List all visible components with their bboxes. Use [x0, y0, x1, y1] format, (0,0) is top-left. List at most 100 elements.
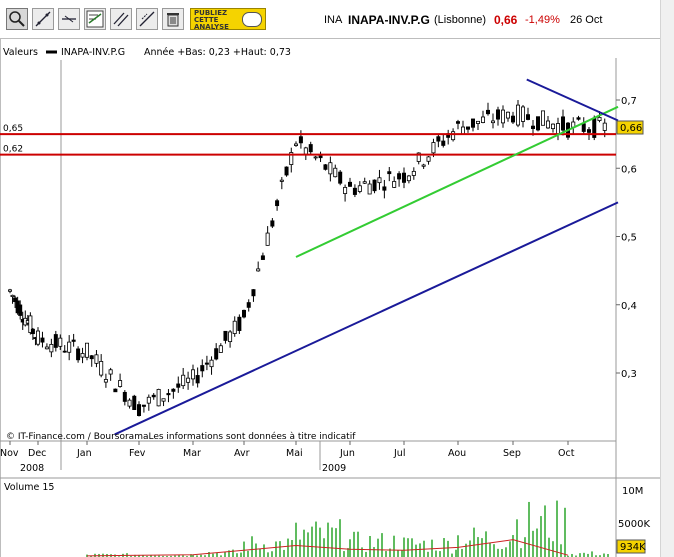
- candle-body: [392, 181, 397, 188]
- candle-body: [103, 379, 108, 383]
- y-tick-label: 0,6: [621, 164, 637, 175]
- candle-body: [132, 395, 137, 411]
- trash-icon[interactable]: [162, 8, 184, 30]
- candle-body: [328, 162, 333, 175]
- candle-body: [118, 380, 123, 387]
- candle-body: [293, 143, 298, 146]
- candle-body: [480, 116, 485, 123]
- candle-body: [58, 337, 63, 347]
- candle-body: [186, 377, 191, 383]
- candle-body: [431, 142, 436, 154]
- candle-body: [40, 337, 45, 343]
- y-tick-label: 0,5: [621, 233, 637, 244]
- candle-body: [397, 173, 402, 180]
- candle-body: [30, 328, 35, 335]
- candle-body: [256, 268, 261, 272]
- candle-body: [362, 181, 367, 184]
- candle-body: [541, 110, 546, 126]
- candle-body: [426, 156, 431, 162]
- candle-body: [228, 331, 233, 343]
- volume-tick-10m: 10M: [622, 486, 643, 497]
- x-tick-label: Jul: [393, 448, 405, 459]
- draw-line-icon[interactable]: [32, 8, 54, 30]
- candle-body: [441, 140, 446, 146]
- candle-body: [347, 181, 352, 187]
- candle-body: [485, 109, 490, 115]
- indicator-icon[interactable]: [84, 8, 106, 30]
- candle-body: [260, 255, 265, 260]
- candle-body: [122, 391, 127, 402]
- candle-body: [436, 136, 441, 142]
- candle-body: [89, 355, 94, 360]
- candle-body: [171, 388, 176, 392]
- candle-body: [80, 353, 85, 358]
- x-tick-label: Jan: [76, 448, 92, 459]
- candle-body: [284, 166, 289, 176]
- candle-body: [49, 343, 54, 353]
- legend-range: Année +Bas: 0,23 +Haut: 0,73: [144, 47, 291, 58]
- candle-body: [232, 320, 237, 334]
- candle-body: [521, 106, 526, 122]
- support-line-label: 0,65: [3, 124, 23, 134]
- vertical-scrollbar[interactable]: [660, 0, 674, 557]
- x-tick-label: Avr: [234, 448, 250, 459]
- candle-body: [204, 362, 209, 365]
- blue-trendline: [526, 78, 619, 122]
- candle-body: [597, 116, 602, 121]
- candle-body: [531, 125, 536, 129]
- candle-body: [516, 104, 521, 126]
- candle-body: [500, 109, 505, 124]
- candle-body: [166, 393, 171, 396]
- candle-body: [176, 383, 181, 388]
- candle-body: [602, 122, 607, 131]
- candle-body: [200, 365, 205, 372]
- candle-body: [367, 183, 372, 195]
- year-label: 2008: [20, 463, 44, 474]
- candle-body: [451, 131, 456, 141]
- publish-analysis-button[interactable]: PUBLIEZ CETTE ANALYSE: [190, 8, 266, 31]
- volume-label: Volume 15: [4, 482, 54, 493]
- candle-body: [556, 123, 561, 135]
- fibonacci-icon[interactable]: [136, 8, 158, 30]
- candle-body: [406, 175, 411, 182]
- candle-body: [465, 126, 470, 130]
- candle-body: [357, 185, 362, 192]
- candle-body: [127, 399, 132, 407]
- parallel-lines-icon[interactable]: [110, 8, 132, 30]
- candle-body: [526, 114, 531, 120]
- candle-body: [62, 350, 67, 353]
- candle-body: [401, 172, 406, 183]
- candle-body: [195, 375, 200, 384]
- candle-body: [246, 302, 251, 308]
- candle-body: [270, 220, 275, 227]
- x-tick-label: Dec: [28, 448, 46, 459]
- candle-body: [53, 334, 58, 348]
- candle-body: [387, 171, 392, 175]
- candle-body: [313, 156, 318, 159]
- price-chart[interactable]: 0,3 0,4 0,5 0,6 0,7 Nov Dec Jan Fev Mar Avr Mai Jun J…: [0, 38, 660, 557]
- candle-body: [214, 348, 219, 360]
- candle-body: [275, 200, 280, 207]
- candle-body: [338, 171, 343, 184]
- candle-body: [576, 117, 581, 120]
- x-tick-label: Mai: [286, 448, 303, 459]
- candle-body: [44, 346, 49, 350]
- market-code: INA: [324, 14, 343, 26]
- volume-tick-5000k: 5000K: [618, 519, 650, 530]
- toolbar: PUBLIEZ CETTE ANALYSE INA INAPA-INV.P.G …: [0, 0, 660, 38]
- candle-body: [251, 289, 256, 297]
- legend-series: INAPA-INV.P.G: [61, 47, 125, 58]
- y-tick-label: 0,7: [621, 96, 637, 107]
- candle-body: [218, 345, 223, 353]
- candle-body: [265, 232, 270, 246]
- candle-body: [298, 136, 303, 144]
- candle-body: [151, 394, 156, 398]
- candle-body: [372, 179, 377, 192]
- candle-body: [411, 170, 416, 176]
- zoom-icon[interactable]: [6, 8, 28, 30]
- x-tick-label: Fev: [129, 448, 146, 459]
- draw-segment-icon[interactable]: [58, 8, 80, 30]
- volume-badge-text: 934K: [620, 542, 646, 553]
- candle-body: [10, 294, 15, 298]
- candle-body: [460, 126, 465, 135]
